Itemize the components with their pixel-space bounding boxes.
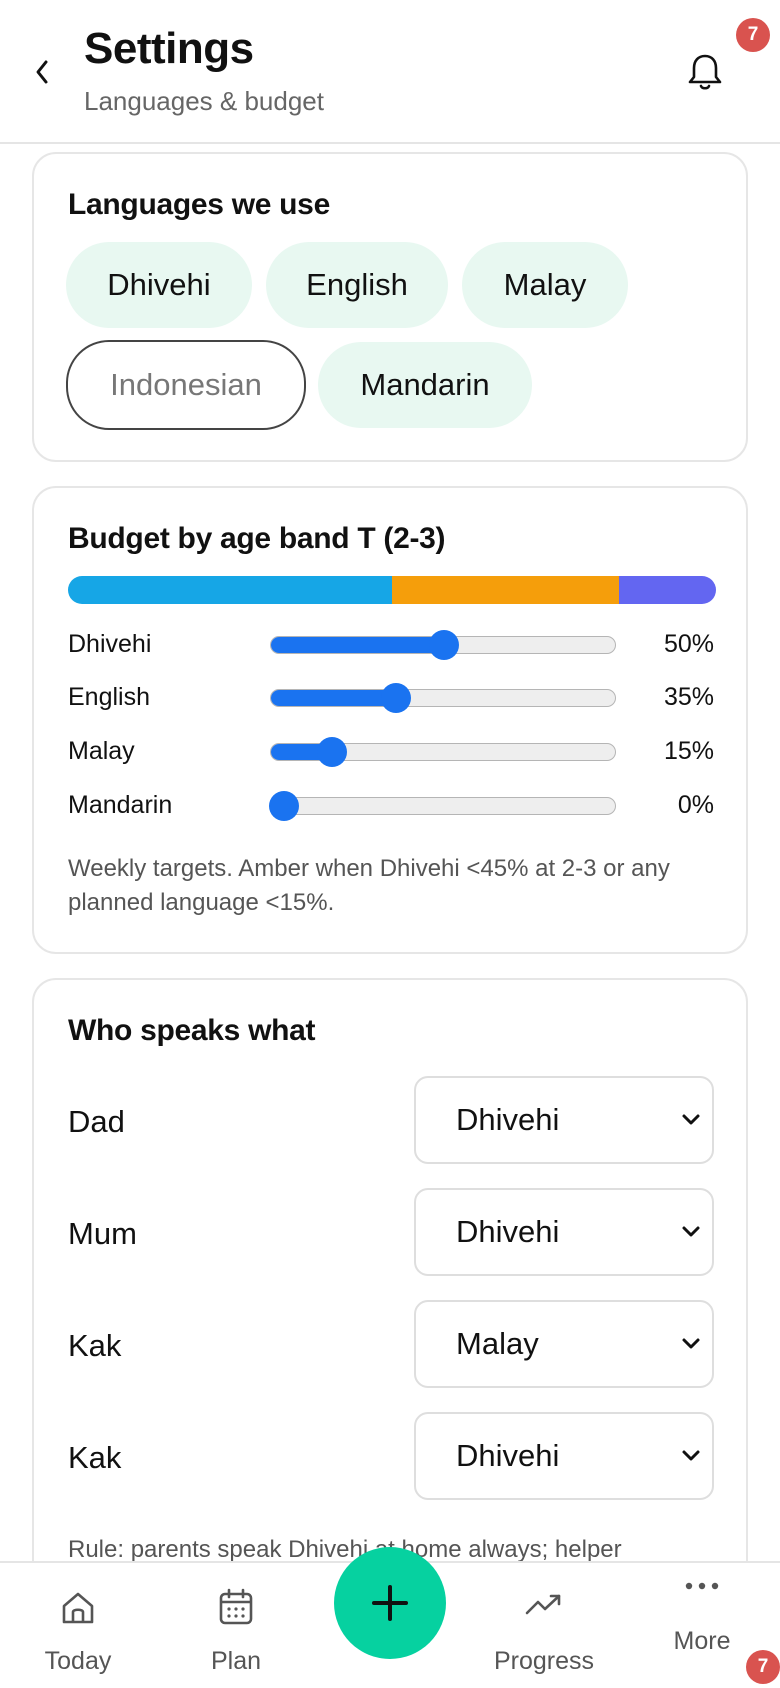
nav-progress[interactable]: Progress: [474, 1563, 614, 1688]
bell-icon: [688, 54, 722, 90]
speaker-name: Dad: [68, 1104, 125, 1139]
nav-today-label: Today: [44, 1647, 112, 1675]
notifications-button[interactable]: [680, 46, 730, 98]
language-chip-dhivehi[interactable]: Dhivehi: [66, 242, 252, 328]
speaker-language-select-kak-1[interactable]: Malay: [414, 1300, 714, 1388]
speaker-language-select-dad[interactable]: Dhivehi: [414, 1076, 714, 1164]
budget-slider-mandarin[interactable]: [269, 791, 616, 821]
notification-badge: 7: [736, 18, 770, 52]
budget-card: Budget by age band T (2-3) Dhivehi 50% E…: [32, 486, 748, 954]
budget-bar-segment-english: [392, 576, 619, 604]
nav-plan[interactable]: Plan: [166, 1563, 306, 1688]
speaker-name: Kak: [68, 1440, 122, 1475]
slider-fill: [271, 637, 444, 653]
languages-card-title: Languages we use: [68, 188, 330, 221]
budget-slider-dhivehi[interactable]: [270, 630, 616, 660]
budget-row-percent: 50%: [663, 630, 714, 658]
slider-thumb[interactable]: [269, 791, 299, 821]
budget-row-percent: 35%: [663, 683, 714, 711]
select-value: Malay: [456, 1326, 539, 1361]
app-header: Settings Languages & budget 7: [0, 0, 780, 144]
budget-note: Weekly targets. Amber when Dhivehi <45% …: [68, 855, 670, 916]
slider-thumb[interactable]: [317, 737, 347, 767]
chevron-down-icon: [682, 1338, 700, 1349]
speakers-card: Who speaks what Dad Dhivehi Mum Dhivehi …: [32, 978, 748, 1618]
budget-row-label: Malay: [68, 737, 135, 765]
speaker-name: Kak: [68, 1328, 122, 1363]
page-subtitle: Languages & budget: [84, 86, 324, 116]
language-chip-english[interactable]: English: [266, 242, 448, 328]
nav-plan-label: Plan: [210, 1647, 262, 1675]
budget-row-percent: 0%: [677, 791, 714, 819]
select-value: Dhivehi: [456, 1438, 560, 1473]
add-button[interactable]: [334, 1547, 446, 1659]
chevron-left-icon: [36, 60, 48, 84]
budget-slider-malay[interactable]: [270, 737, 616, 767]
speakers-card-title: Who speaks what: [68, 1014, 316, 1047]
more-dots-icon: [685, 1582, 719, 1590]
page-title: Settings: [84, 24, 254, 73]
back-button[interactable]: [22, 48, 62, 96]
language-chip-malay[interactable]: Malay: [462, 242, 628, 328]
budget-card-title: Budget by age band T (2-3): [68, 522, 446, 555]
nav-progress-label: Progress: [493, 1647, 595, 1675]
chevron-down-icon: [682, 1226, 700, 1237]
nav-today[interactable]: Today: [8, 1563, 148, 1688]
budget-bar-segment-malay: [618, 576, 716, 604]
settings-screen: Settings Languages & budget 7 Languages …: [0, 0, 780, 1688]
select-value: Dhivehi: [456, 1214, 560, 1249]
language-chip-indonesian[interactable]: Indonesian: [66, 340, 306, 430]
slider-thumb[interactable]: [381, 683, 411, 713]
select-value: Dhivehi: [456, 1102, 560, 1137]
speaker-language-select-kak-2[interactable]: Dhivehi: [414, 1412, 714, 1500]
home-icon: [62, 1592, 94, 1624]
chevron-down-icon: [682, 1114, 700, 1125]
budget-stacked-bar: [68, 576, 716, 604]
chevron-down-icon: [682, 1450, 700, 1461]
slider-fill: [271, 690, 396, 706]
language-chip-mandarin[interactable]: Mandarin: [318, 342, 532, 428]
more-badge: 7: [746, 1650, 780, 1684]
languages-card: Languages we use Dhivehi English Malay I…: [32, 152, 748, 462]
slider-thumb[interactable]: [429, 630, 459, 660]
budget-row-label: Mandarin: [68, 791, 173, 819]
speaker-language-select-mum[interactable]: Dhivehi: [414, 1188, 714, 1276]
plus-icon: [372, 1585, 408, 1621]
speaker-name: Mum: [68, 1216, 137, 1251]
calendar-icon: [219, 1588, 253, 1625]
budget-row-label: English: [68, 683, 150, 711]
budget-row-percent: 15%: [663, 737, 714, 765]
budget-slider-english[interactable]: [270, 683, 616, 713]
nav-more-label: More: [673, 1627, 731, 1655]
budget-bar-segment-dhivehi: [68, 576, 392, 604]
trending-up-icon: [525, 1594, 561, 1615]
budget-row-label: Dhivehi: [68, 630, 152, 658]
